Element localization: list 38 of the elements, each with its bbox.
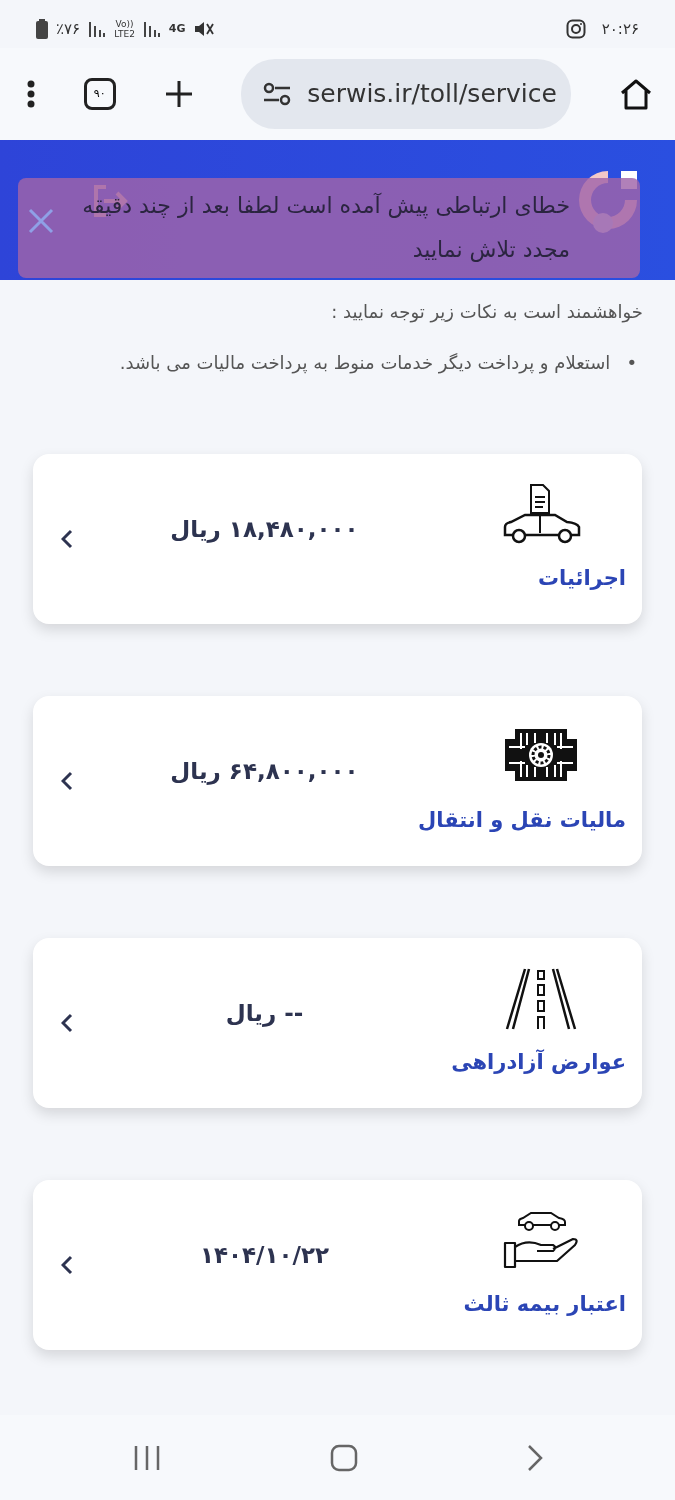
notice-intro: خواهشمند است به نکات زیر توجه نمایید :	[330, 300, 643, 325]
service-card[interactable]: مالیات نقل و انتقال ۶۴,۸۰۰,۰۰۰ ریال	[33, 696, 642, 866]
battery-icon	[36, 19, 48, 39]
lte-label: LTE2	[114, 29, 135, 39]
signal-icon	[88, 20, 107, 38]
signal-icon	[142, 20, 161, 38]
service-card[interactable]: عوارض آزادراهی -- ریال	[33, 938, 642, 1108]
service-card[interactable]: اعتبار بیمه ثالث ۱۴۰۴/۱۰/۲۲	[33, 1180, 642, 1350]
service-title: مالیات نقل و انتقال	[418, 807, 626, 835]
clock-time: ۲۰:۲۶	[601, 18, 639, 40]
home-icon[interactable]	[619, 78, 653, 110]
service-card[interactable]: اجرائیات ۱۸,۴۸۰,۰۰۰ ریال	[33, 454, 642, 624]
service-amount: -- ریال	[224, 998, 305, 1029]
chevron-icon[interactable]	[61, 1013, 73, 1033]
service-amount: ۶۴,۸۰۰,۰۰۰ ریال	[169, 756, 360, 787]
chevron-icon[interactable]	[61, 771, 73, 791]
service-title: اعتبار بیمه ثالث	[463, 1291, 626, 1319]
chevron-icon[interactable]	[61, 1255, 73, 1275]
plus-icon[interactable]	[163, 79, 194, 109]
service-title: اجرائیات	[537, 565, 626, 593]
service-title: عوارض آزادراهی	[451, 1048, 626, 1077]
service-amount: ۱۸,۴۸۰,۰۰۰ ریال	[169, 514, 360, 545]
back-icon[interactable]	[526, 1443, 543, 1472]
chevron-icon[interactable]	[61, 529, 73, 549]
tab-count-button[interactable]: ۹۰	[83, 78, 116, 110]
mute-icon	[193, 20, 214, 38]
recent-apps-icon[interactable]	[132, 1444, 161, 1471]
notice-bullet: استعلام و پرداخت دیگر خدمات منوط به پرداخت مالیات می باشد.	[118, 351, 611, 376]
error-message: خطای ارتباطی پیش آمده است لطفا بعد از چند دقیقه مجدد تلاش نمایید	[81, 192, 570, 264]
network-label: 4G	[168, 20, 186, 37]
volte-label: Vo))	[115, 19, 134, 29]
service-amount: ۱۴۰۴/۱۰/۲۲	[198, 1240, 331, 1270]
camera-icon	[565, 19, 586, 39]
url-bar[interactable]: serwis.ir/toll/service	[241, 59, 572, 129]
battery-level: ٪۷۶	[56, 18, 81, 40]
menu-icon[interactable]	[26, 80, 36, 108]
bullet-marker: •	[626, 351, 637, 375]
site-settings-icon	[263, 82, 292, 106]
